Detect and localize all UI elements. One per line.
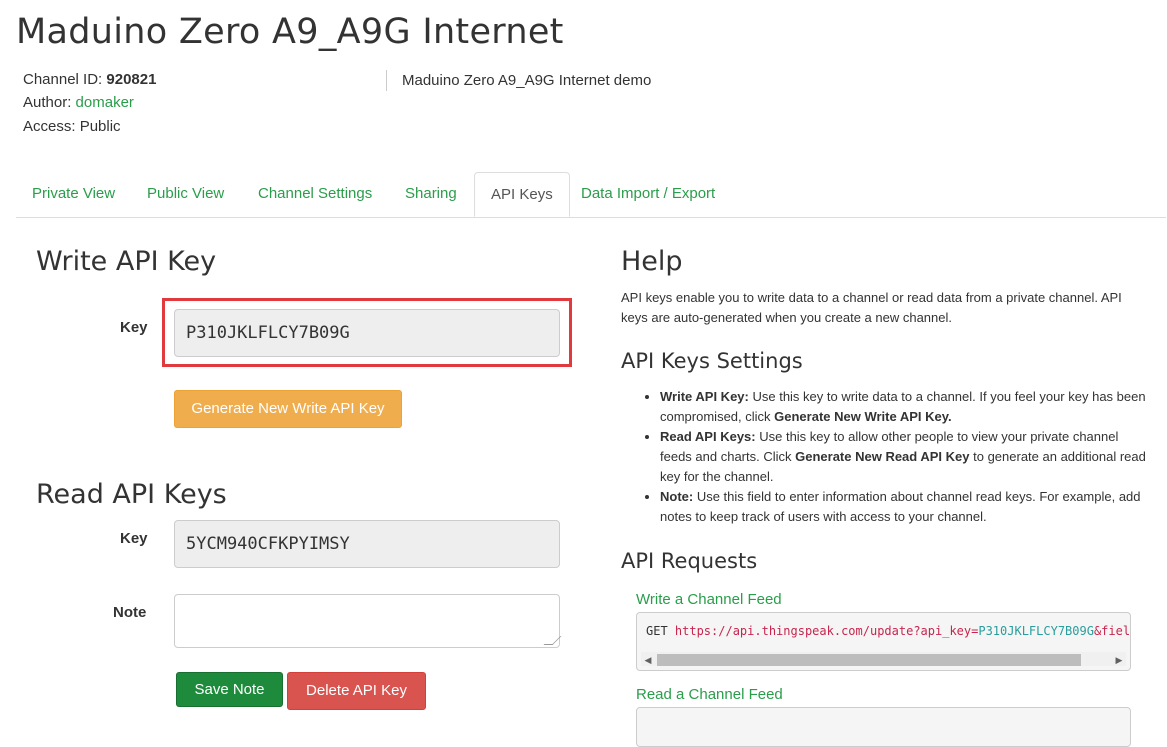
scrollbar-thumb[interactable] [657,654,1081,666]
channel-tabs: Private View Public View Channel Setting… [16,172,1166,218]
read-api-key-field[interactable]: 5YCM940CFKPYIMSY [174,520,560,568]
write-feed-request: GET https://api.thingspeak.com/update?ap… [646,624,1131,638]
help-intro: API keys enable you to write data to a c… [621,288,1141,328]
api-requests-title: API Requests [621,549,758,573]
tab-data-import-export[interactable]: Data Import / Export [565,172,731,216]
help-intro-line2: keys are auto-generated when you create … [621,310,952,325]
channel-id-row: Channel ID: 920821 [23,71,156,88]
scroll-right-icon[interactable]: ▶ [1114,654,1124,666]
tab-channel-settings[interactable]: Channel Settings [242,172,388,216]
bullet-note: Note: Use this field to enter informatio… [660,487,1150,527]
tab-sharing[interactable]: Sharing [389,172,473,216]
delete-api-key-button[interactable]: Delete API Key [287,672,426,710]
write-api-key-title: Write API Key [36,246,217,277]
bullet-read-api-keys: Read API Keys: Use this key to allow oth… [660,427,1150,487]
tab-api-keys[interactable]: API Keys [474,172,570,217]
author-row: Author: domaker [23,94,134,111]
bullet-write-api-key: Write API Key: Use this key to write dat… [660,387,1150,427]
write-key-highlight [162,298,572,367]
read-key-label: Key [120,530,148,547]
scroll-left-icon[interactable]: ◀ [643,654,653,666]
read-feed-code-block[interactable] [636,707,1131,747]
access-row: Access: Public [23,118,121,135]
write-channel-feed-label: Write a Channel Feed [636,591,782,608]
header-divider [386,70,387,91]
resize-grip-icon[interactable] [543,636,562,645]
tab-private-view[interactable]: Private View [16,172,131,216]
channel-description: Maduino Zero A9_A9G Internet demo [402,72,652,89]
code-horizontal-scrollbar[interactable]: ◀ ▶ [641,652,1126,666]
channel-id-label: Channel ID: [23,71,103,88]
access-label: Access: [23,118,76,135]
author-label: Author: [23,94,72,111]
read-channel-feed-label: Read a Channel Feed [636,686,783,703]
write-feed-code-block[interactable]: GET https://api.thingspeak.com/update?ap… [636,612,1131,671]
api-keys-settings-title: API Keys Settings [621,349,803,373]
note-textarea[interactable] [174,594,562,648]
save-note-button[interactable]: Save Note [176,672,283,707]
page-title: Maduino Zero A9_A9G Internet [16,12,564,52]
channel-id-value: 920821 [106,71,157,88]
generate-write-key-button[interactable]: Generate New Write API Key [174,390,402,428]
access-value: Public [79,118,121,135]
note-label: Note [113,604,147,621]
author-link[interactable]: domaker [76,94,134,111]
help-intro-line1: API keys enable you to write data to a c… [621,290,1122,305]
write-key-label: Key [120,319,148,336]
read-api-keys-title: Read API Keys [36,479,227,510]
help-bullet-list: Write API Key: Use this key to write dat… [640,387,1150,527]
help-title: Help [621,246,683,277]
tab-public-view[interactable]: Public View [131,172,240,216]
